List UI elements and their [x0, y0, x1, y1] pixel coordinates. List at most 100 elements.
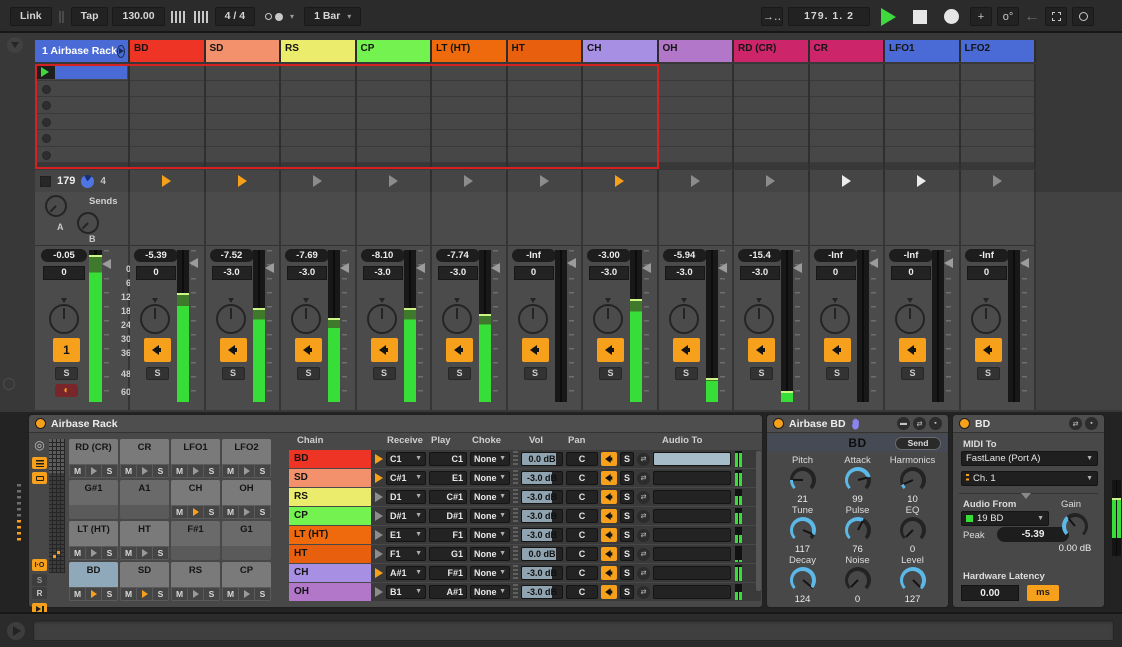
record-button[interactable] — [944, 9, 959, 24]
link-button[interactable]: Link — [10, 7, 52, 26]
clip-slot-playing[interactable] — [35, 64, 128, 81]
clip-stop-button[interactable] — [432, 170, 508, 192]
volume-slider-handle[interactable] — [567, 258, 576, 268]
chain-row[interactable]: CP D#1▼ D#1 None▼ -3.0 dB C S ⇄ — [289, 507, 761, 525]
chain-row[interactable]: CH A#1▼ F#1 None▼ -3.0 dB C S ⇄ — [289, 564, 761, 582]
device-title-bar[interactable]: Airbase BD ▬ ⇄ ▪ — [767, 415, 948, 433]
pad-play-button[interactable] — [137, 588, 152, 600]
chain-pan-field[interactable]: C — [566, 452, 598, 466]
play-note-field[interactable]: C#1 — [429, 490, 467, 504]
clip-slot[interactable] — [885, 97, 959, 114]
clip-slot[interactable] — [734, 64, 808, 81]
clip-slot[interactable] — [35, 81, 128, 98]
pad-play-button[interactable] — [188, 506, 203, 518]
pan-knob[interactable] — [291, 304, 321, 334]
volume-field[interactable]: 0 — [136, 266, 176, 280]
chain-pan-field[interactable]: C — [566, 490, 598, 504]
pad-play-button[interactable] — [86, 465, 101, 477]
pad-play-button[interactable] — [86, 547, 101, 559]
device-title-bar[interactable]: BD ⇄ ▪ — [953, 415, 1104, 433]
stop-button[interactable] — [913, 10, 927, 24]
send-b-knob[interactable] — [77, 212, 99, 234]
pad-play-button[interactable] — [188, 588, 203, 600]
chain-volume-slider[interactable]: -3.0 dB — [521, 490, 563, 504]
clip-slot[interactable] — [508, 147, 582, 164]
clip-stop-button[interactable] — [206, 170, 282, 192]
clip-slot[interactable] — [885, 114, 959, 131]
hot-swap-icon[interactable]: ⇄ — [637, 491, 650, 504]
volume-field[interactable]: -3.0 — [287, 266, 327, 280]
pad-view-button[interactable] — [32, 472, 47, 484]
pan-knob[interactable] — [216, 304, 246, 334]
send-button[interactable]: Send — [895, 437, 941, 450]
pad-mute-button[interactable]: M — [121, 588, 136, 600]
clip-slot[interactable] — [961, 97, 1035, 114]
volume-field[interactable]: -3.0 — [740, 266, 780, 280]
play-button[interactable] — [881, 8, 896, 26]
clip-slot[interactable] — [659, 130, 733, 147]
peak-level-display[interactable]: -3.00 — [587, 249, 631, 262]
chain-play-button[interactable] — [371, 454, 386, 464]
clip-play-button[interactable] — [35, 65, 55, 79]
clip-slot[interactable] — [810, 97, 884, 114]
clip-slot[interactable] — [130, 130, 204, 147]
drum-pad[interactable]: CP M S — [222, 562, 271, 601]
track-activator-button[interactable] — [220, 338, 247, 362]
pan-knob[interactable] — [820, 304, 850, 334]
track-activator-button[interactable] — [975, 338, 1002, 362]
drum-pad[interactable]: G1 M S — [222, 521, 271, 560]
chain-pan-field[interactable]: C — [566, 471, 598, 485]
choke-select[interactable]: None▼ — [470, 490, 510, 504]
clip-slot[interactable] — [130, 64, 204, 81]
pad-solo-button[interactable]: S — [204, 465, 219, 477]
clip-slot[interactable] — [281, 147, 355, 164]
chain-name[interactable]: LT (HT) — [289, 526, 371, 544]
choke-select[interactable]: None▼ — [470, 585, 510, 599]
pan-knob[interactable] — [971, 304, 1001, 334]
clip-slot[interactable] — [35, 114, 128, 131]
clip-slot[interactable] — [810, 130, 884, 147]
pan-knob[interactable] — [669, 304, 699, 334]
play-note-field[interactable]: C1 — [429, 452, 467, 466]
peak-level-display[interactable]: -5.94 — [663, 249, 707, 262]
drum-pad[interactable]: BD M S — [69, 562, 118, 601]
pan-knob[interactable] — [49, 304, 79, 334]
parameter-knob[interactable] — [845, 517, 871, 543]
chain-play-button[interactable] — [371, 587, 386, 597]
pad-play-button[interactable] — [239, 506, 254, 518]
chain-name[interactable]: CH — [289, 564, 371, 582]
clip-slot[interactable] — [281, 97, 355, 114]
pan-knob[interactable] — [744, 304, 774, 334]
chain-activator-button[interactable] — [601, 566, 617, 580]
chain-activator-button[interactable] — [601, 452, 617, 466]
drum-pad[interactable]: CR M S — [120, 439, 169, 478]
solo-button[interactable]: S — [146, 367, 169, 380]
volume-slider-handle[interactable] — [642, 263, 651, 273]
clip-slot[interactable] — [583, 97, 657, 114]
clip-slot[interactable] — [206, 97, 280, 114]
chain-pan-field[interactable]: C — [566, 547, 598, 561]
clip-slot[interactable] — [206, 147, 280, 164]
track-activator-button[interactable] — [522, 338, 549, 362]
clip-slot[interactable] — [734, 130, 808, 147]
pad-solo-button[interactable]: S — [204, 506, 219, 518]
pad-play-button[interactable] — [86, 588, 101, 600]
parameter-knob[interactable] — [900, 567, 926, 593]
clip-stop-button[interactable] — [583, 170, 659, 192]
pad-play-button[interactable] — [137, 547, 152, 559]
receive-note-select[interactable]: F1▼ — [386, 547, 426, 561]
pad-mute-button[interactable]: M — [172, 506, 187, 518]
hot-swap-icon[interactable]: ⇄ — [637, 529, 650, 542]
clip-slot[interactable] — [734, 81, 808, 98]
parameter-knob[interactable] — [900, 517, 926, 543]
chain-solo-button[interactable]: S — [620, 566, 634, 580]
clip-slot[interactable] — [583, 130, 657, 147]
chain-name[interactable]: HT — [289, 545, 371, 563]
nudge-down-icon[interactable] — [171, 11, 186, 23]
clip-slot[interactable] — [35, 97, 128, 114]
track-activator-button[interactable] — [597, 338, 624, 362]
choke-select[interactable]: None▼ — [470, 528, 510, 542]
midi-channel-select[interactable]: Ch. 1▼ — [961, 471, 1098, 486]
audio-to-select[interactable] — [653, 566, 731, 580]
solo-button[interactable]: S — [901, 367, 924, 380]
